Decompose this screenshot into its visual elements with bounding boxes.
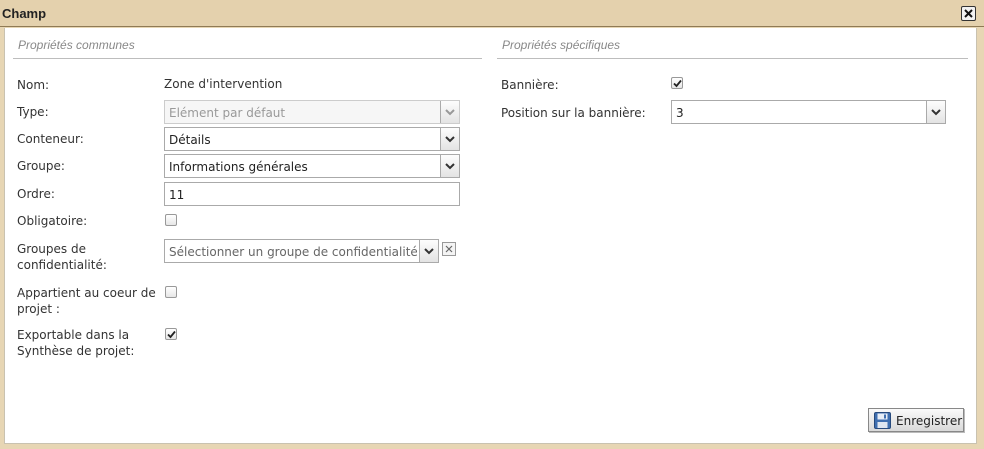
groupe-select-value: Informations générales: [169, 160, 308, 174]
type-select: Elément par défaut: [164, 100, 460, 124]
floppy-disk-icon: [874, 412, 891, 429]
conteneur-label: Conteneur:: [17, 132, 84, 146]
dialog-body: Propriétés communes Nom: Zone d'interven…: [4, 28, 977, 444]
confidentialite-placeholder: Sélectionner un groupe de confidentialit…: [169, 245, 417, 259]
ordre-input-value: 11: [169, 188, 185, 202]
position-dropdown-arrow[interactable]: [926, 101, 945, 123]
nom-label: Nom:: [17, 78, 50, 92]
conteneur-select-value: Détails: [169, 133, 211, 147]
checkmark-icon: [673, 79, 682, 88]
chevron-down-icon: [445, 109, 455, 116]
nom-value: Zone d'intervention: [164, 77, 283, 91]
exportable-label-line1: Exportable dans la: [17, 328, 130, 342]
obligatoire-checkbox[interactable]: [165, 214, 177, 226]
groupe-dropdown-arrow[interactable]: [440, 155, 459, 177]
clear-confidentialite-button[interactable]: [442, 242, 456, 256]
exportable-label: Exportable dans la Synthèse de projet:: [17, 327, 134, 359]
chevron-down-icon: [931, 109, 941, 116]
exportable-label-line2: Synthèse de projet:: [17, 344, 135, 358]
checkmark-icon: [167, 330, 176, 339]
close-button[interactable]: [961, 6, 976, 21]
position-select-value: 3: [676, 106, 684, 120]
obligatoire-label: Obligatoire:: [17, 214, 88, 228]
specific-section-divider: [497, 58, 968, 59]
save-button-label: Enregistrer: [896, 414, 963, 428]
specific-section-title: Propriétés spécifiques: [502, 38, 621, 52]
dialog-titlebar: Champ: [0, 0, 984, 27]
coeur-label-line2: projet :: [17, 302, 60, 316]
conteneur-dropdown-arrow[interactable]: [440, 128, 459, 150]
chevron-down-icon: [424, 248, 434, 255]
banniere-checkbox[interactable]: [671, 77, 683, 89]
type-dropdown-arrow: [440, 101, 459, 123]
coeur-label-line1: Appartient au coeur de: [17, 286, 156, 300]
confidentialite-dropdown-arrow[interactable]: [419, 240, 438, 262]
ordre-input[interactable]: 11: [164, 182, 460, 206]
type-select-value: Elément par défaut: [169, 106, 286, 120]
dialog-title: Champ: [2, 6, 47, 21]
position-label: Position sur la bannière:: [501, 106, 646, 120]
type-label: Type:: [17, 105, 49, 119]
banniere-label: Bannière:: [501, 78, 559, 92]
common-section-title: Propriétés communes: [18, 38, 135, 52]
confidentialite-label-line1: Groupes de: [17, 242, 86, 256]
confidentialite-select[interactable]: Sélectionner un groupe de confidentialit…: [164, 239, 439, 263]
coeur-checkbox[interactable]: [165, 286, 177, 298]
conteneur-select[interactable]: Détails: [164, 127, 460, 151]
groupe-select[interactable]: Informations générales: [164, 154, 460, 178]
common-section-divider: [13, 58, 482, 59]
chevron-down-icon: [445, 163, 455, 170]
coeur-label: Appartient au coeur de projet :: [17, 285, 156, 317]
exportable-checkbox[interactable]: [165, 328, 177, 340]
clear-icon: [445, 245, 453, 253]
close-icon: [964, 9, 973, 18]
confidentialite-label: Groupes de confidentialité:: [17, 241, 107, 273]
ordre-label: Ordre:: [17, 187, 55, 201]
save-button[interactable]: Enregistrer: [868, 408, 964, 432]
groupe-label: Groupe:: [17, 159, 65, 173]
position-select[interactable]: 3: [671, 100, 946, 124]
chevron-down-icon: [445, 136, 455, 143]
confidentialite-label-line2: confidentialité:: [17, 258, 107, 272]
